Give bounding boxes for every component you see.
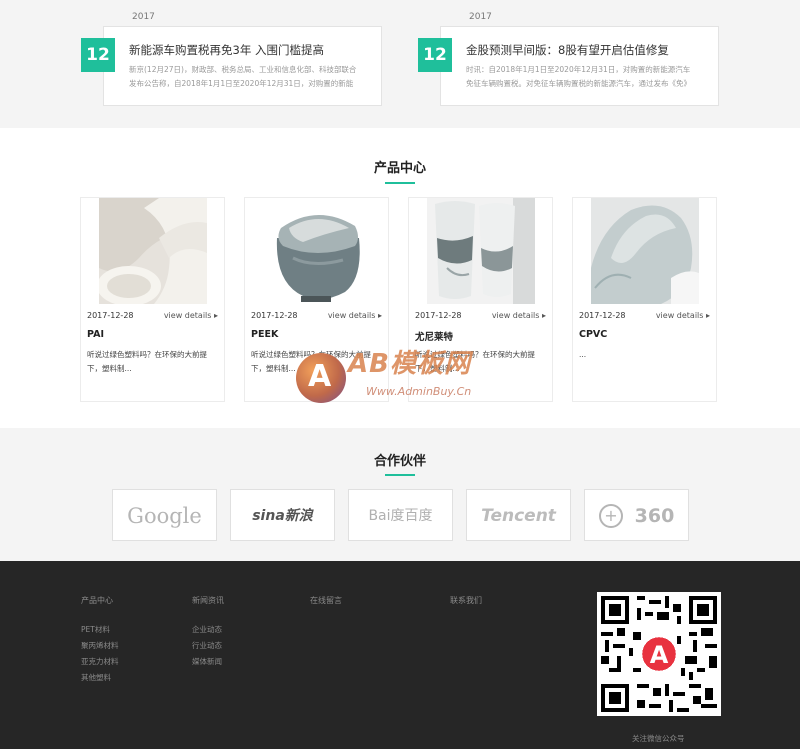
svg-text:A: A xyxy=(650,641,669,669)
heading-underline xyxy=(385,474,415,476)
partners-section: 合作伙伴 Google sina新浪 Bai度百度 Tencent + 360 xyxy=(0,428,800,561)
product-card[interactable]: 2017-12-28 view details ▸ PAI 听说过绿色塑料吗？在… xyxy=(80,197,225,402)
wechat-qr-code: A xyxy=(597,592,721,716)
site-footer: 产品中心 新闻资讯 在线留言 联系我们 PET材料 聚丙烯材料 亚克力材料 其他… xyxy=(0,561,800,749)
baidu-logo: Bai度百度 xyxy=(368,508,433,524)
footer-link[interactable]: 企业动态 xyxy=(192,624,222,635)
360-logo: 360 xyxy=(634,505,675,527)
tencent-logo: Tencent xyxy=(481,506,556,526)
partner-google[interactable]: Google xyxy=(112,489,217,541)
footer-link[interactable]: 聚丙烯材料 xyxy=(81,640,119,651)
footer-col-head[interactable]: 联系我们 xyxy=(450,595,482,606)
news-title-link[interactable]: 金股预测早间版：8股有望开启估值修复 xyxy=(466,42,669,58)
product-name[interactable]: CPVC xyxy=(579,329,607,340)
partner-360[interactable]: + 360 xyxy=(584,489,689,541)
product-name[interactable]: 尤尼莱特 xyxy=(415,329,453,343)
product-name[interactable]: PEEK xyxy=(251,329,278,340)
news-year: 2017 xyxy=(132,12,155,22)
view-details-link[interactable]: view details ▸ xyxy=(164,311,218,320)
product-date: 2017-12-28 xyxy=(251,311,298,320)
product-name[interactable]: PAI xyxy=(87,329,104,340)
partner-tencent[interactable]: Tencent xyxy=(466,489,571,541)
footer-col-head[interactable]: 在线留言 xyxy=(310,595,342,606)
partner-sina[interactable]: sina新浪 xyxy=(230,489,335,541)
products-heading: 产品中心 xyxy=(373,161,426,176)
news-section: 2017 12 新能源车购置税再免3年 入围门槛提高 新京(12月27日)，财政… xyxy=(0,0,800,128)
google-logo: Google xyxy=(127,504,202,528)
partners-heading: 合作伙伴 xyxy=(373,454,426,469)
news-desc: 时讯：自2018年1月1日至2020年12月31日，对购置的新能源汽车免征车辆购… xyxy=(466,65,691,88)
product-card[interactable]: 2017-12-28 view details ▸ 尤尼莱特 听说过绿色塑料吗？… xyxy=(408,197,553,402)
news-day-badge: 12 xyxy=(81,38,115,72)
product-desc: 听说过绿色塑料吗？在环保的大前提下，塑料制... xyxy=(251,350,371,373)
footer-link[interactable]: 行业动态 xyxy=(192,640,222,651)
view-details-link[interactable]: view details ▸ xyxy=(656,311,710,320)
product-image[interactable] xyxy=(591,198,699,304)
product-image[interactable] xyxy=(263,198,371,304)
product-desc: 听说过绿色塑料吗？在环保的大前提下，塑料制... xyxy=(87,350,207,373)
product-date: 2017-12-28 xyxy=(87,311,134,320)
footer-link[interactable]: 亚克力材料 xyxy=(81,656,119,667)
product-date: 2017-12-28 xyxy=(579,311,626,320)
product-card[interactable]: 2017-12-28 view details ▸ PEEK 听说过绿色塑料吗？… xyxy=(244,197,389,402)
footer-link[interactable]: PET材料 xyxy=(81,624,110,635)
news-title-link[interactable]: 新能源车购置税再免3年 入围门槛提高 xyxy=(129,42,324,58)
product-card[interactable]: 2017-12-28 view details ▸ CPVC ... xyxy=(572,197,717,402)
sina-logo: sina新浪 xyxy=(252,508,313,524)
news-year: 2017 xyxy=(469,12,492,22)
product-image[interactable] xyxy=(99,198,207,304)
view-details-link[interactable]: view details ▸ xyxy=(492,311,546,320)
heading-underline xyxy=(385,182,415,184)
products-section: 产品中心 2017-12-28 view details ▸ PAI 听说过绿色… xyxy=(0,128,800,428)
qr-caption: 关注微信公众号 xyxy=(632,734,685,743)
product-desc: 听说过绿色塑料吗？在环保的大前提下，塑料制... xyxy=(415,350,535,373)
news-day-badge: 12 xyxy=(418,38,452,72)
footer-col-head[interactable]: 新闻资讯 xyxy=(192,595,224,606)
product-image[interactable] xyxy=(427,198,535,304)
product-date: 2017-12-28 xyxy=(415,311,462,320)
product-desc: ... xyxy=(579,350,587,359)
footer-link[interactable]: 媒体新闻 xyxy=(192,656,222,667)
footer-col-head[interactable]: 产品中心 xyxy=(81,595,113,606)
partner-baidu[interactable]: Bai度百度 xyxy=(348,489,453,541)
view-details-link[interactable]: view details ▸ xyxy=(328,311,382,320)
footer-link[interactable]: 其他塑料 xyxy=(81,672,111,683)
news-desc: 新京(12月27日)，财政部、税务总局、工业和信息化部、科技部联合发布公告称，自… xyxy=(129,65,357,88)
